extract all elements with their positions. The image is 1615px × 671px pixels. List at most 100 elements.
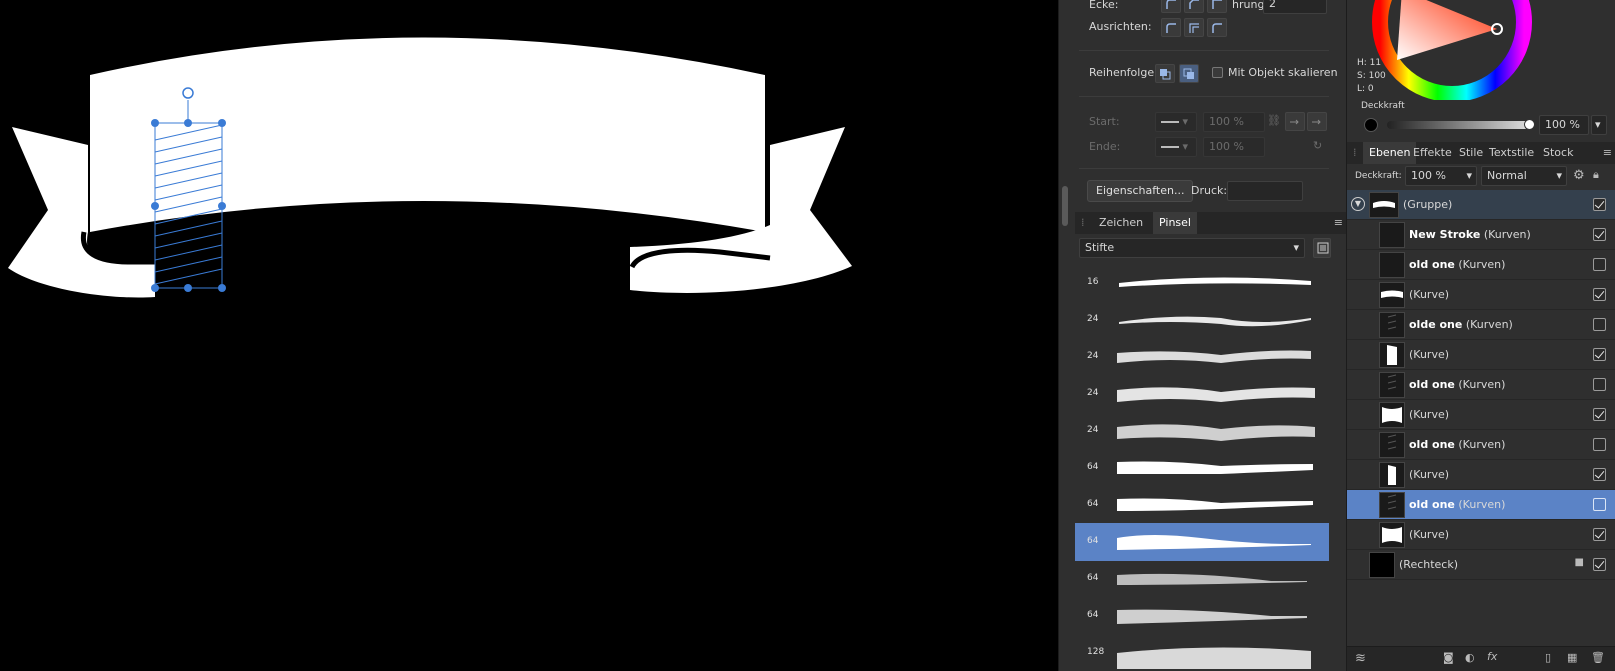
brush-item[interactable]: 24 — [1075, 375, 1329, 413]
grid-icon[interactable]: ▦ — [1567, 651, 1577, 664]
rotate-icon: ↻ — [1313, 139, 1323, 152]
layer-visibility-checkbox[interactable] — [1593, 528, 1606, 541]
layer-visibility-checkbox[interactable] — [1593, 438, 1606, 451]
layer-row[interactable]: (Rechteck) ■ — [1347, 550, 1615, 580]
align-center-button[interactable] — [1161, 18, 1181, 37]
layer-row[interactable]: old one (Kurven) — [1347, 430, 1615, 460]
layer-visibility-checkbox[interactable] — [1593, 318, 1606, 331]
brush-item[interactable]: 24 — [1075, 301, 1329, 339]
layer-row[interactable]: olde one (Kurven) — [1347, 310, 1615, 340]
layer-name: (Kurve) — [1409, 288, 1450, 301]
start-label: Start: — [1089, 115, 1120, 128]
right-panel: H: 11 S: 100 L: 0 Deckkraft 100 % ▾ ⁞ Eb… — [1346, 0, 1615, 671]
layer-row[interactable]: (Kurve) — [1347, 340, 1615, 370]
tab-zeichen[interactable]: Zeichen — [1093, 212, 1149, 234]
scale-with-object-label: Mit Objekt skalieren — [1228, 66, 1338, 79]
blend-mode-select[interactable]: Normal ▾ — [1481, 166, 1567, 186]
mask-icon[interactable]: ◙ — [1443, 651, 1454, 664]
panel-menu-icon[interactable]: ≡ — [1334, 216, 1343, 229]
panel-menu-icon[interactable]: ≡ — [1603, 146, 1612, 159]
lock-icon[interactable]: ■ — [1575, 557, 1584, 568]
opacity-slider[interactable] — [1387, 121, 1529, 129]
swap-arrow-button[interactable] — [1285, 112, 1305, 131]
layer-name: (Rechteck) — [1399, 558, 1459, 571]
corner-bevel-button[interactable] — [1184, 0, 1204, 13]
start-percent-field[interactable]: 100 % — [1203, 112, 1265, 132]
adjustment-icon[interactable]: ◐ — [1465, 651, 1475, 664]
corner-round-button[interactable] — [1161, 0, 1181, 13]
fx-icon[interactable]: fx — [1487, 650, 1497, 663]
brush-item[interactable]: 64 — [1075, 523, 1329, 561]
current-color-swatch[interactable] — [1364, 118, 1378, 132]
blend-mode-value: Normal — [1487, 169, 1527, 182]
brush-category-select[interactable]: Stifte ▾ — [1079, 238, 1305, 258]
layer-visibility-checkbox[interactable] — [1593, 348, 1606, 361]
panel-scrollbar[interactable] — [1062, 186, 1068, 226]
layer-row[interactable]: New Stroke (Kurven) — [1347, 220, 1615, 250]
context-panel: Ecke: hrung: 2 Ausrichten: Reihenfolge: … — [1058, 0, 1347, 671]
layer-visibility-checkbox[interactable] — [1593, 198, 1606, 211]
layer-visibility-checkbox[interactable] — [1593, 498, 1606, 511]
lock-icon[interactable]: 🔒︎ — [1593, 168, 1599, 182]
document-canvas[interactable] — [0, 0, 1058, 671]
brush-item[interactable]: 16 — [1075, 264, 1329, 302]
brush-item[interactable]: 64 — [1075, 486, 1329, 524]
end-arrow-select[interactable]: ▾ — [1155, 137, 1197, 157]
end-percent-field[interactable]: 100 % — [1203, 137, 1265, 157]
color-wheel[interactable] — [1347, 0, 1615, 100]
opacity-slider-handle[interactable] — [1524, 119, 1535, 130]
order-front-button[interactable] — [1179, 64, 1199, 83]
layer-row[interactable]: (Kurve) — [1347, 280, 1615, 310]
banner-artwork — [8, 37, 852, 298]
layer-visibility-checkbox[interactable] — [1593, 258, 1606, 271]
layer-row[interactable]: old one (Kurven) — [1347, 250, 1615, 280]
brush-item[interactable]: 64 — [1075, 597, 1329, 635]
brush-size: 24 — [1087, 351, 1099, 361]
layer-visibility-checkbox[interactable] — [1593, 288, 1606, 301]
tab-textstile[interactable]: Textstile — [1483, 142, 1540, 164]
brush-list-view-button[interactable] — [1313, 238, 1331, 258]
trash-icon[interactable]: 🗑︎ — [1591, 651, 1605, 664]
brush-item[interactable]: 64 — [1075, 449, 1329, 487]
brush-item[interactable]: 24 — [1075, 412, 1329, 450]
layer-visibility-checkbox[interactable] — [1593, 228, 1606, 241]
expand-icon[interactable]: ▼ — [1351, 197, 1365, 211]
start-arrow-select[interactable]: ▾ — [1155, 112, 1197, 132]
opacity-field[interactable]: 100 % — [1539, 115, 1589, 135]
gear-icon[interactable]: ⚙ — [1573, 168, 1585, 183]
tab-pinsel[interactable]: Pinsel — [1153, 212, 1197, 234]
layer-row[interactable]: (Kurve) — [1347, 460, 1615, 490]
layer-row[interactable]: ▼ (Gruppe) — [1347, 190, 1615, 220]
miter-field[interactable]: 2 — [1263, 0, 1327, 14]
layers-stack-icon[interactable]: ≋ — [1355, 651, 1366, 666]
layer-row[interactable]: old one (Kurven) — [1347, 370, 1615, 400]
brush-item[interactable]: 64 — [1075, 560, 1329, 598]
layer-row[interactable]: (Kurve) — [1347, 520, 1615, 550]
align-outside-button[interactable] — [1207, 18, 1227, 37]
layer-row[interactable]: (Kurve) — [1347, 400, 1615, 430]
brush-size: 64 — [1087, 536, 1099, 546]
tab-effekte[interactable]: Effekte — [1407, 142, 1458, 164]
align-inside-button[interactable] — [1184, 18, 1204, 37]
layer-visibility-checkbox[interactable] — [1593, 468, 1606, 481]
corner-miter-button[interactable] — [1207, 0, 1227, 13]
new-layer-icon[interactable]: ▯ — [1545, 651, 1551, 664]
tab-stock[interactable]: Stock — [1537, 142, 1579, 164]
layer-thumbnail — [1379, 432, 1405, 458]
brush-list: 16 24 24 24 24 64 64 64 64 64 128 — [1075, 264, 1329, 671]
order-behind-button[interactable] — [1155, 64, 1175, 83]
properties-button[interactable]: Eigenschaften... — [1087, 180, 1194, 202]
brush-item[interactable]: 128 — [1075, 634, 1329, 671]
opacity-dropdown[interactable]: ▾ — [1591, 115, 1607, 135]
pressure-field[interactable] — [1227, 181, 1303, 201]
layer-row-selected[interactable]: old one (Kurven) — [1347, 490, 1615, 520]
layer-opacity-field[interactable]: 100 % ▾ — [1405, 166, 1477, 186]
arrow-direction-button[interactable] — [1307, 112, 1327, 131]
layer-visibility-checkbox[interactable] — [1593, 378, 1606, 391]
layer-visibility-checkbox[interactable] — [1593, 558, 1606, 571]
brush-item[interactable]: 24 — [1075, 338, 1329, 376]
layer-visibility-checkbox[interactable] — [1593, 408, 1606, 421]
hue-value: H: 11 — [1357, 58, 1382, 68]
scale-with-object-checkbox[interactable] — [1212, 67, 1223, 78]
layer-name: (Gruppe) — [1403, 198, 1453, 211]
